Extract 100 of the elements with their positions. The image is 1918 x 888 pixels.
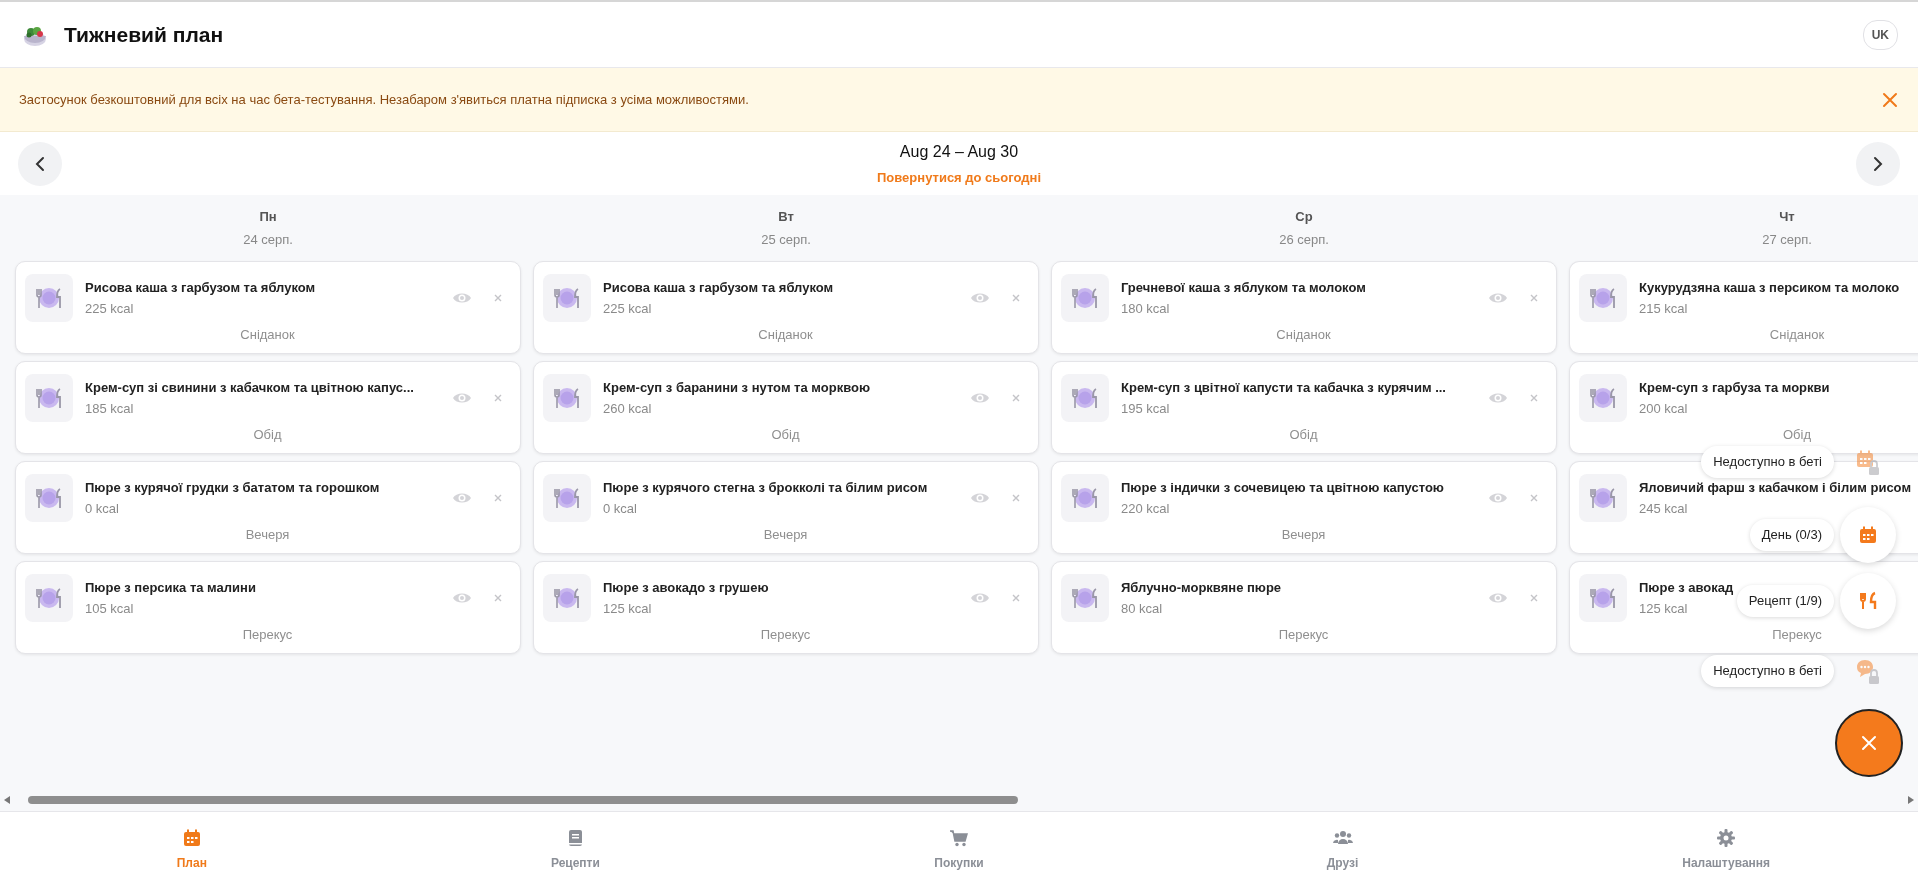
calendar-lock-icon[interactable] [1855, 449, 1881, 475]
dish-name: Рисова каша з гарбузом та яблуком [85, 278, 316, 297]
dish-name: Пюре з курячої грудки з бататом та горошком [85, 478, 380, 497]
meal-card[interactable]: Крем-суп з цвітної капусти та кабачка з курячим ... 195 kcal Обід [1051, 361, 1557, 454]
meal-card[interactable]: Крем-суп зі свинини з кабачком та цвітною капус... 185 kcal Обід [15, 361, 521, 454]
cart-icon [949, 828, 969, 848]
calories: 0 kcal [85, 500, 119, 518]
banner-text: Застосунок безкоштовний для всіх на час бета-тестування. Незабаром з'явиться платна підписка з усіма можливостями. [19, 90, 749, 109]
day-name: Чт [1779, 208, 1795, 226]
meal-card[interactable]: Рисова каша з гарбузом та яблуком 225 kcal Сніданок [533, 261, 1039, 354]
meal-type: Перекус [1771, 626, 1823, 644]
remove-icon[interactable] [494, 294, 502, 302]
eye-icon[interactable] [1488, 591, 1508, 605]
day-name: Вт [778, 208, 794, 226]
eye-icon[interactable] [1488, 491, 1508, 505]
eye-icon[interactable] [970, 491, 990, 505]
meal-type: Вечеря [1280, 526, 1327, 544]
eye-icon[interactable] [970, 391, 990, 405]
remove-icon[interactable] [494, 594, 502, 602]
dish-name: Пюре з курячого стегна з брокколі та білим рисом [603, 478, 928, 497]
action-label[interactable]: Недоступно в беті [1701, 655, 1834, 687]
meal-card[interactable]: Кукурудзяна каша з персиком та молоко 215 kcal Сніданок [1569, 261, 1918, 354]
meal-card[interactable]: Рисова каша з гарбузом та яблуком 225 kcal Сніданок [15, 261, 521, 354]
calories: 225 kcal [85, 300, 134, 318]
eye-icon[interactable] [970, 291, 990, 305]
meal-card[interactable]: Крем-суп з баранини з нутом та морквою 260 kcal Обід [533, 361, 1039, 454]
remove-icon[interactable] [1012, 494, 1020, 502]
meal-type: Сніданок [1768, 326, 1826, 344]
meal-type: Перекус [759, 626, 812, 644]
action-label[interactable]: Рецепт (1/9) [1736, 585, 1834, 617]
calories: 195 kcal [1121, 400, 1170, 418]
meal-card[interactable]: Гречневої каша з яблуком та молоком 180 kcal Сніданок [1051, 261, 1557, 354]
calories: 125 kcal [1639, 600, 1688, 618]
eye-icon[interactable] [452, 591, 472, 605]
scrollbar-thumb[interactable] [28, 796, 1018, 804]
calories: 245 kcal [1639, 500, 1688, 518]
eye-icon[interactable] [452, 291, 472, 305]
calendar-icon [181, 828, 202, 848]
meal-card[interactable]: Пюре з курячого стегна з брокколі та білим рисом 0 kcal Вечеря [533, 461, 1039, 554]
close-icon[interactable] [1882, 91, 1898, 108]
chat-lock-icon[interactable] [1855, 658, 1881, 684]
calories: 125 kcal [603, 600, 652, 618]
eye-icon[interactable] [1488, 391, 1508, 405]
remove-icon[interactable] [494, 494, 502, 502]
dish-name: Яловичий фарш з кабачком і білим рисом [1639, 478, 1911, 497]
day-date: 27 серп. [1762, 230, 1812, 249]
previous-week-button[interactable] [18, 141, 62, 186]
meal-type: Сніданок [239, 326, 296, 344]
dish-name: Крем-суп з баранини з нутом та морквою [603, 378, 871, 397]
remove-icon[interactable] [1530, 294, 1538, 302]
dish-name: Рисова каша з гарбузом та яблуком [603, 278, 834, 297]
meal-card[interactable]: Яблучно-морквяне пюре 80 kcal Перекус [1051, 561, 1557, 654]
calories: 260 kcal [603, 400, 652, 418]
remove-icon[interactable] [494, 394, 502, 402]
meal-type: Обід [1288, 426, 1319, 444]
dish-name: Пюре з авокадо з грушею [603, 578, 769, 597]
eye-icon[interactable] [452, 391, 472, 405]
remove-icon[interactable] [1012, 394, 1020, 402]
page-title: Тижневий план [64, 21, 224, 48]
remove-icon[interactable] [1530, 594, 1538, 602]
calories: 185 kcal [85, 400, 134, 418]
meal-card[interactable]: Пюре з авокадо з грушею 125 kcal Перекус [533, 561, 1039, 654]
language-button[interactable]: UK [1862, 19, 1898, 50]
meal-card[interactable]: Пюре з персика та малини 105 kcal Перекус [15, 561, 521, 654]
dish-name: Кукурудзяна каша з персиком та молоко [1639, 278, 1900, 297]
calories: 80 kcal [1121, 600, 1163, 618]
eye-icon[interactable] [970, 591, 990, 605]
dish-name: Пюре з авокад [1639, 578, 1734, 597]
remove-icon[interactable] [1530, 394, 1538, 402]
day-date: 26 серп. [1279, 230, 1329, 249]
dish-name: Крем-суп з гарбуза та моркви [1639, 378, 1830, 397]
calories: 225 kcal [603, 300, 652, 318]
close-icon [1861, 735, 1877, 751]
eye-icon[interactable] [1488, 291, 1508, 305]
remove-icon[interactable] [1012, 294, 1020, 302]
remove-icon[interactable] [1530, 494, 1538, 502]
dish-name: Крем-суп з цвітної капусти та кабачка з курячим ... [1121, 378, 1446, 397]
dish-name: Пюре з персика та малини [85, 578, 256, 597]
dish-name: Яблучно-морквяне пюре [1121, 578, 1282, 597]
settings-icon [1716, 828, 1737, 848]
meal-type: Перекус [1277, 626, 1330, 644]
next-week-button[interactable] [1856, 141, 1900, 186]
chevron-right-icon [1872, 155, 1884, 172]
action-label[interactable]: Недоступно в беті [1701, 446, 1834, 478]
day-date: 24 серп. [243, 230, 293, 249]
scroll-left-icon[interactable] [4, 796, 10, 804]
remove-icon[interactable] [1012, 594, 1020, 602]
action-label[interactable]: День (0/3) [1749, 519, 1834, 551]
meal-type: Обід [770, 426, 801, 444]
dish-name: Гречневої каша з яблуком та молоком [1121, 278, 1366, 297]
meal-card[interactable]: Пюре з індички з сочевицею та цвітною капустою 220 kcal Вечеря [1051, 461, 1557, 554]
meal-card[interactable]: Крем-суп з гарбуза та моркви 200 kcal Обід [1569, 361, 1918, 454]
eye-icon[interactable] [452, 491, 472, 505]
calendar-icon [1858, 525, 1878, 545]
calories: 220 kcal [1121, 500, 1170, 518]
calories: 105 kcal [85, 600, 134, 618]
scroll-right-icon[interactable] [1908, 796, 1914, 804]
meal-type: Обід [252, 426, 283, 444]
day-date: 25 серп. [761, 230, 811, 249]
meal-card[interactable]: Пюре з курячої грудки з бататом та горошком 0 kcal Вечеря [15, 461, 521, 554]
